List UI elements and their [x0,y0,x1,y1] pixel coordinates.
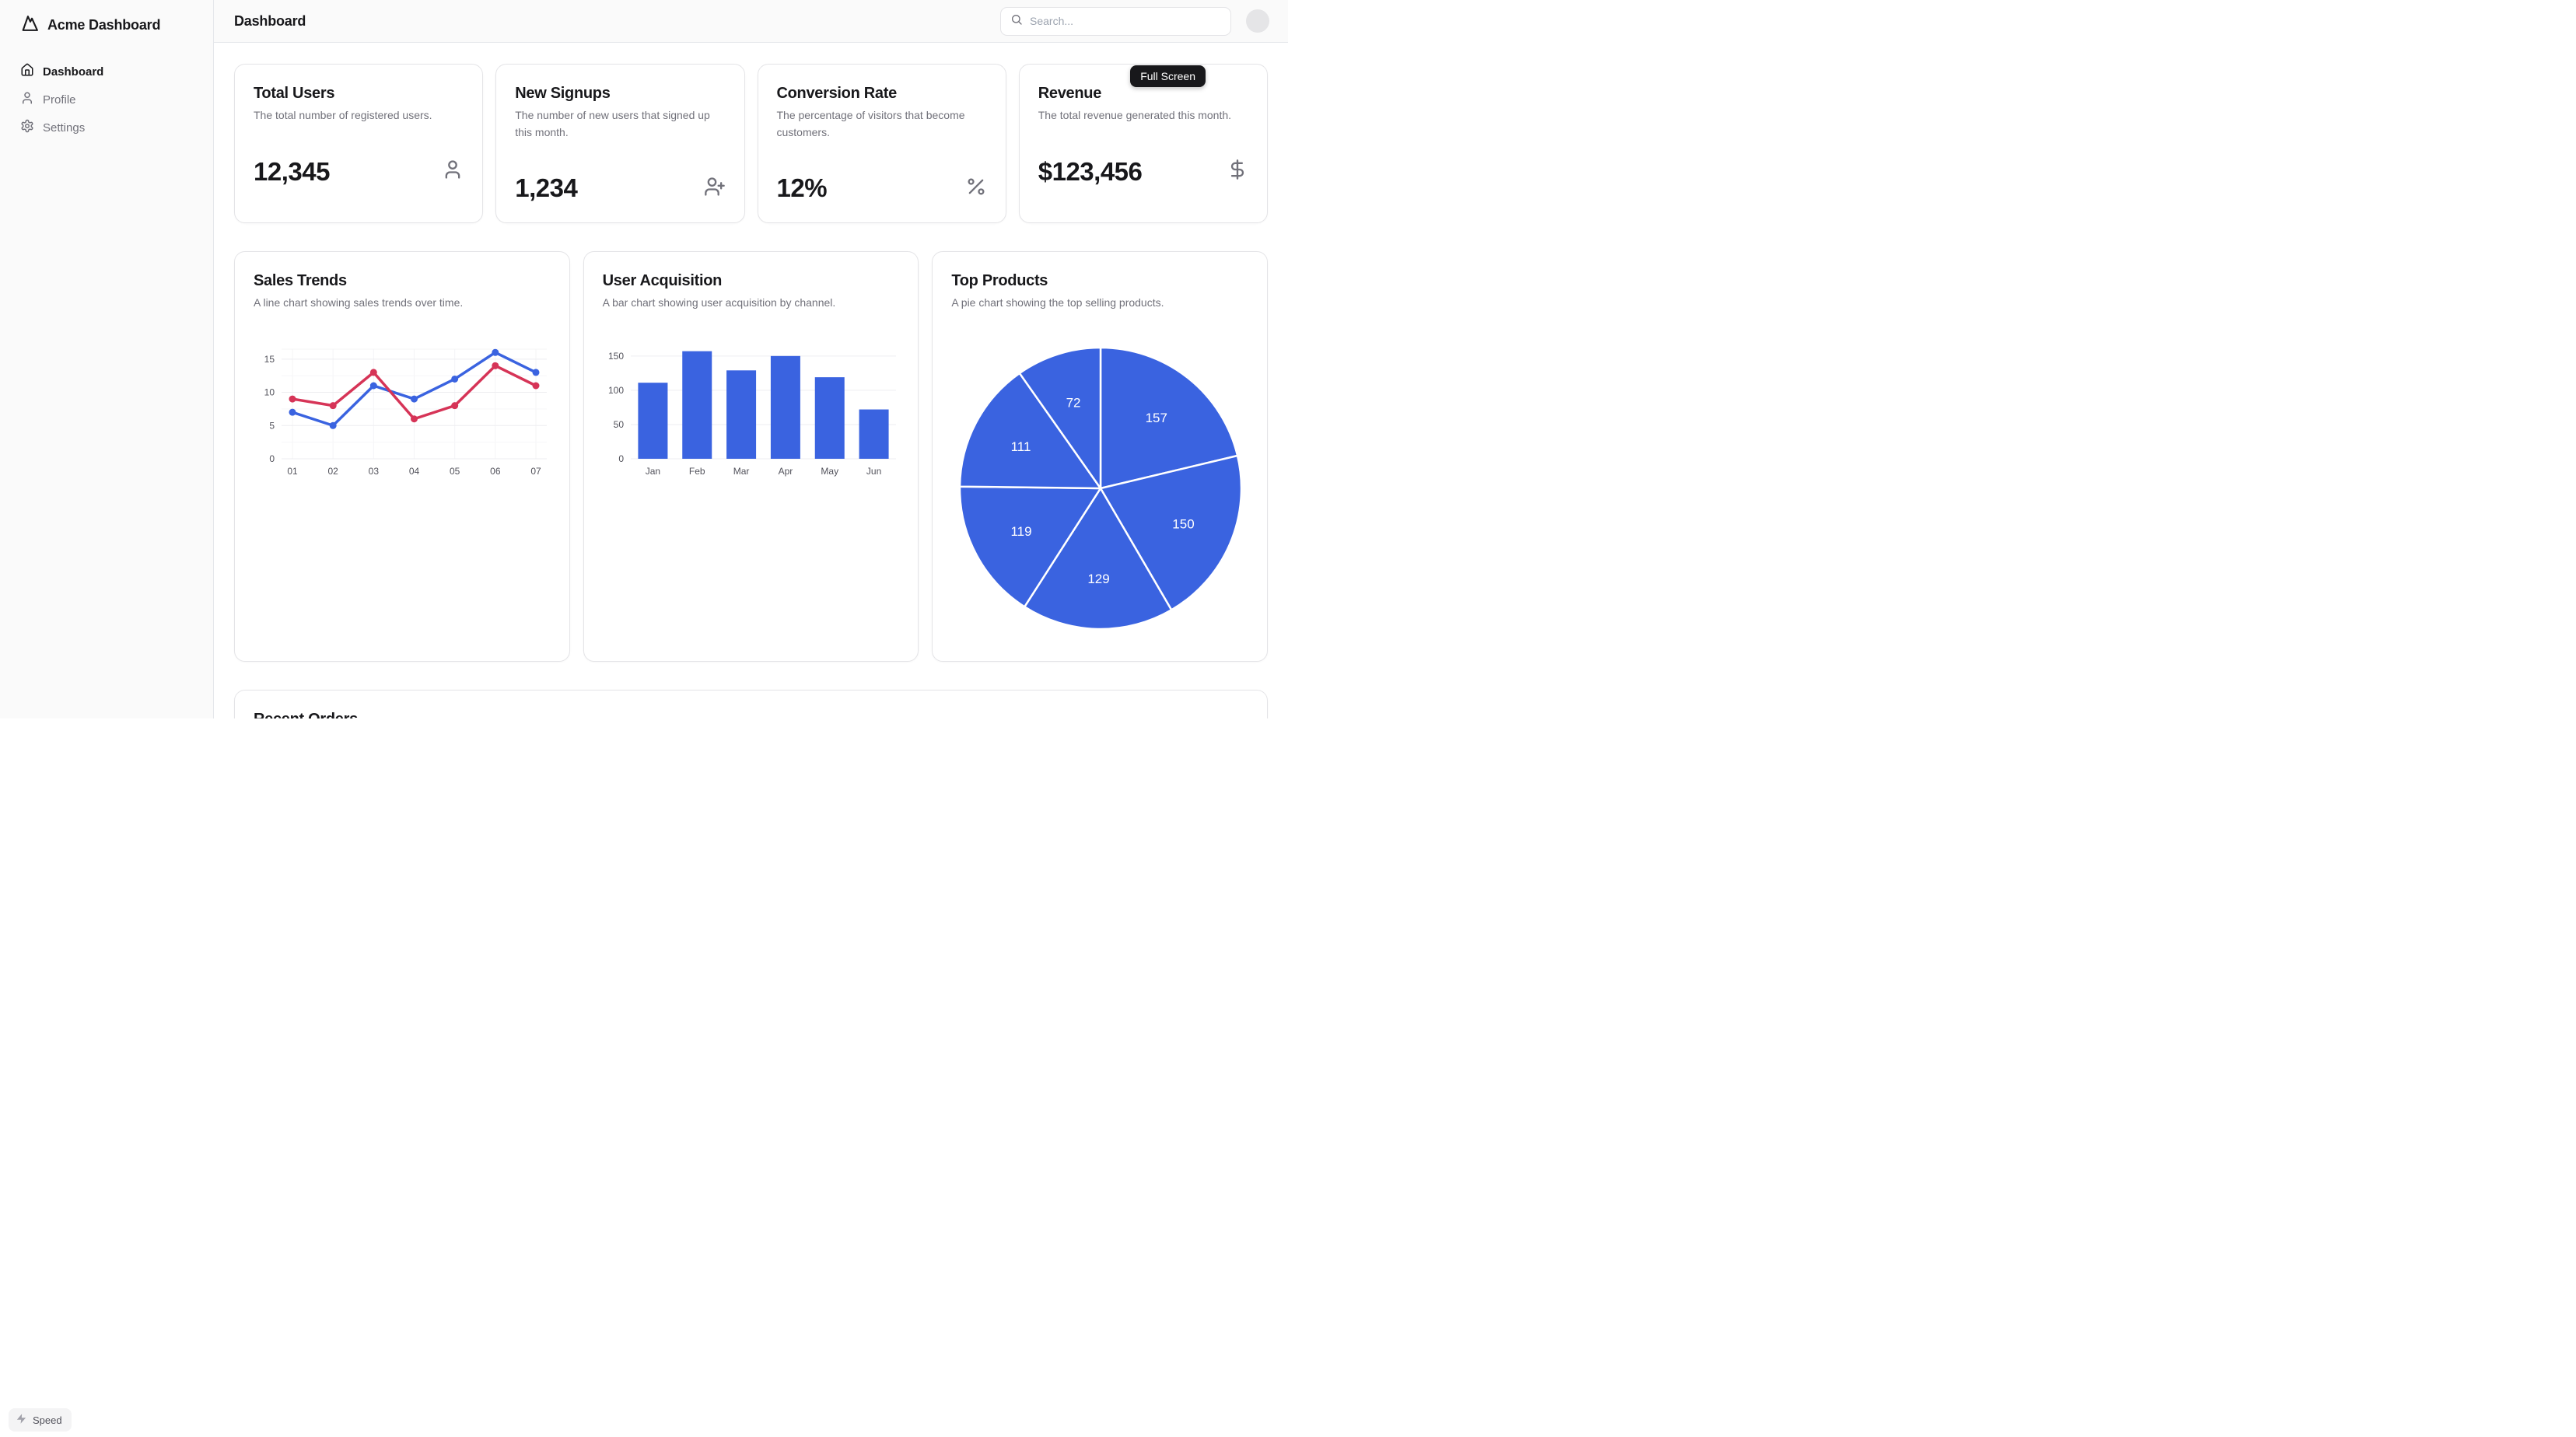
stat-title: Conversion Rate [777,83,987,103]
sales-trends-card: Sales Trends A line chart showing sales … [234,251,570,662]
chart-subtitle: A bar chart showing user acquisition by … [603,295,900,312]
stat-title: Total Users [254,83,464,103]
svg-text:07: 07 [530,466,541,477]
user-acquisition-bar-chart[interactable]: 0 50 100 150 Jan Feb Mar Apr May Jun [603,344,902,481]
stats-grid: Total Users The total number of register… [234,64,1268,223]
stat-card-total-users: Total Users The total number of register… [234,64,483,223]
sidebar-item-label: Dashboard [43,65,103,79]
recent-orders-card: Recent Orders [234,690,1268,718]
svg-text:04: 04 [409,466,420,477]
stat-card-conversion-rate: Conversion Rate The percentage of visito… [758,64,1006,223]
stat-description: The percentage of visitors that become c… [777,107,987,141]
svg-text:May: May [821,466,838,477]
chart-subtitle: A pie chart showing the top selling prod… [951,295,1248,312]
charts-grid: Sales Trends A line chart showing sales … [234,251,1268,662]
percent-icon [965,176,987,201]
svg-text:10: 10 [264,386,275,397]
svg-text:06: 06 [490,466,501,477]
stat-description: The total number of registered users. [254,107,464,124]
speed-badge-label: Speed [33,1414,62,1426]
page-title: Dashboard [234,13,306,30]
search-input[interactable] [1030,15,1221,27]
lightning-icon [16,1413,27,1427]
sidebar-item-label: Settings [43,121,85,135]
svg-text:129: 129 [1088,572,1110,586]
top-products-pie-chart[interactable]: 157 150 129 119 111 72 [951,344,1251,640]
speed-badge[interactable]: Speed [9,1408,72,1432]
user-icon [20,91,34,108]
svg-text:03: 03 [369,466,380,477]
stat-card-revenue: Revenue The total revenue generated this… [1019,64,1268,223]
stat-title: New Signups [515,83,725,103]
sidebar: Acme Dashboard Dashboard Profile Setting… [0,0,214,718]
user-plus-icon [704,176,726,201]
topbar-right [1000,7,1269,36]
chart-title: Sales Trends [254,271,551,291]
search-icon [1010,13,1023,30]
top-products-card: Top Products A pie chart showing the top… [932,251,1268,662]
svg-text:Mar: Mar [733,466,749,477]
stat-description: The number of new users that signed up t… [515,107,725,141]
main-area: Dashboard Total Users The total number o… [214,0,1288,718]
dollar-icon [1227,159,1248,184]
svg-text:111: 111 [1011,439,1031,454]
sidebar-item-profile[interactable]: Profile [0,86,213,114]
chart-title: Top Products [951,271,1248,291]
sidebar-item-settings[interactable]: Settings [0,114,213,142]
chart-subtitle: A line chart showing sales trends over t… [254,295,551,312]
sales-trends-line-chart[interactable]: 05101501020304050607 [254,344,553,481]
svg-text:Apr: Apr [778,466,793,477]
svg-text:Jan: Jan [645,466,660,477]
avatar[interactable] [1246,9,1269,33]
topbar: Dashboard [214,0,1288,43]
house-icon [20,63,34,80]
svg-text:0: 0 [618,453,624,464]
full-screen-tooltip[interactable]: Full Screen [1130,65,1206,87]
sidebar-nav: Dashboard Profile Settings [0,58,213,142]
svg-text:02: 02 [327,466,338,477]
stat-description: The total revenue generated this month. [1038,107,1248,124]
svg-text:150: 150 [608,351,624,362]
stat-value: 12,345 [254,157,330,187]
brand: Acme Dashboard [0,0,213,50]
chart-title: User Acquisition [603,271,900,291]
svg-text:72: 72 [1066,395,1081,410]
svg-text:15: 15 [264,354,275,365]
stat-value: 12% [777,173,828,203]
mountain-logo-icon [20,13,40,37]
svg-text:157: 157 [1146,411,1167,425]
svg-text:50: 50 [613,419,624,430]
svg-text:100: 100 [608,385,624,396]
search-box [1000,7,1231,36]
svg-text:119: 119 [1011,524,1032,539]
svg-text:5: 5 [269,420,275,431]
user-icon [442,159,464,184]
recent-orders-title: Recent Orders [254,709,1248,718]
svg-text:0: 0 [269,453,275,464]
svg-text:05: 05 [450,466,460,477]
brand-title: Acme Dashboard [47,17,160,33]
stat-card-new-signups: New Signups The number of new users that… [495,64,744,223]
stat-value: 1,234 [515,173,577,203]
svg-text:150: 150 [1173,516,1195,531]
svg-text:Feb: Feb [689,466,705,477]
sidebar-item-dashboard[interactable]: Dashboard [0,58,213,86]
gear-icon [20,119,34,136]
svg-text:01: 01 [287,466,298,477]
svg-text:Jun: Jun [866,466,881,477]
sidebar-item-label: Profile [43,93,76,107]
user-acquisition-card: User Acquisition A bar chart showing use… [583,251,919,662]
content: Total Users The total number of register… [214,43,1288,718]
stat-value: $123,456 [1038,157,1143,187]
